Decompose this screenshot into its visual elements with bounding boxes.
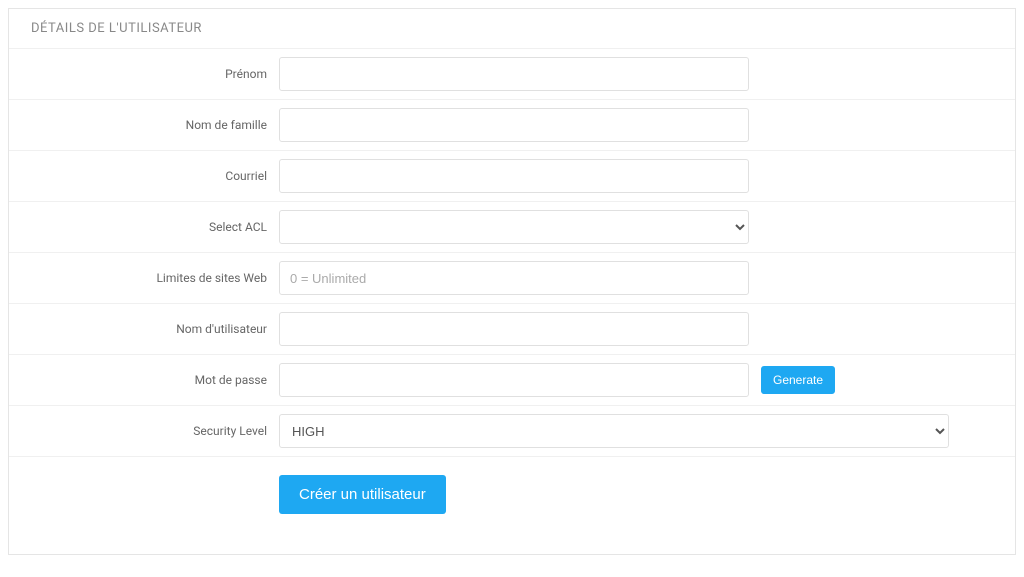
username-input[interactable] bbox=[279, 312, 749, 346]
username-label: Nom d'utilisateur bbox=[9, 322, 279, 336]
username-row: Nom d'utilisateur bbox=[9, 303, 1015, 354]
security-select[interactable]: HIGH bbox=[279, 414, 949, 448]
submit-row: Créer un utilisateur bbox=[9, 456, 1015, 554]
weblimits-label: Limites de sites Web bbox=[9, 271, 279, 285]
firstname-input[interactable] bbox=[279, 57, 749, 91]
email-row: Courriel bbox=[9, 150, 1015, 201]
lastname-label: Nom de famille bbox=[9, 118, 279, 132]
password-input[interactable] bbox=[279, 363, 749, 397]
security-row: Security Level HIGH bbox=[9, 405, 1015, 456]
email-label: Courriel bbox=[9, 169, 279, 183]
security-label: Security Level bbox=[9, 424, 279, 438]
generate-button[interactable]: Generate bbox=[761, 366, 835, 394]
email-input[interactable] bbox=[279, 159, 749, 193]
acl-row: Select ACL bbox=[9, 201, 1015, 252]
create-user-button[interactable]: Créer un utilisateur bbox=[279, 475, 446, 514]
acl-select[interactable] bbox=[279, 210, 749, 244]
lastname-input[interactable] bbox=[279, 108, 749, 142]
weblimits-row: Limites de sites Web bbox=[9, 252, 1015, 303]
lastname-row: Nom de famille bbox=[9, 99, 1015, 150]
password-row: Mot de passe Generate bbox=[9, 354, 1015, 405]
password-label: Mot de passe bbox=[9, 373, 279, 387]
firstname-label: Prénom bbox=[9, 67, 279, 81]
acl-label: Select ACL bbox=[9, 220, 279, 234]
firstname-row: Prénom bbox=[9, 48, 1015, 99]
panel-title: DÉTAILS DE L'UTILISATEUR bbox=[9, 9, 1015, 48]
user-details-panel: DÉTAILS DE L'UTILISATEUR Prénom Nom de f… bbox=[8, 8, 1016, 555]
weblimits-input[interactable] bbox=[279, 261, 749, 295]
